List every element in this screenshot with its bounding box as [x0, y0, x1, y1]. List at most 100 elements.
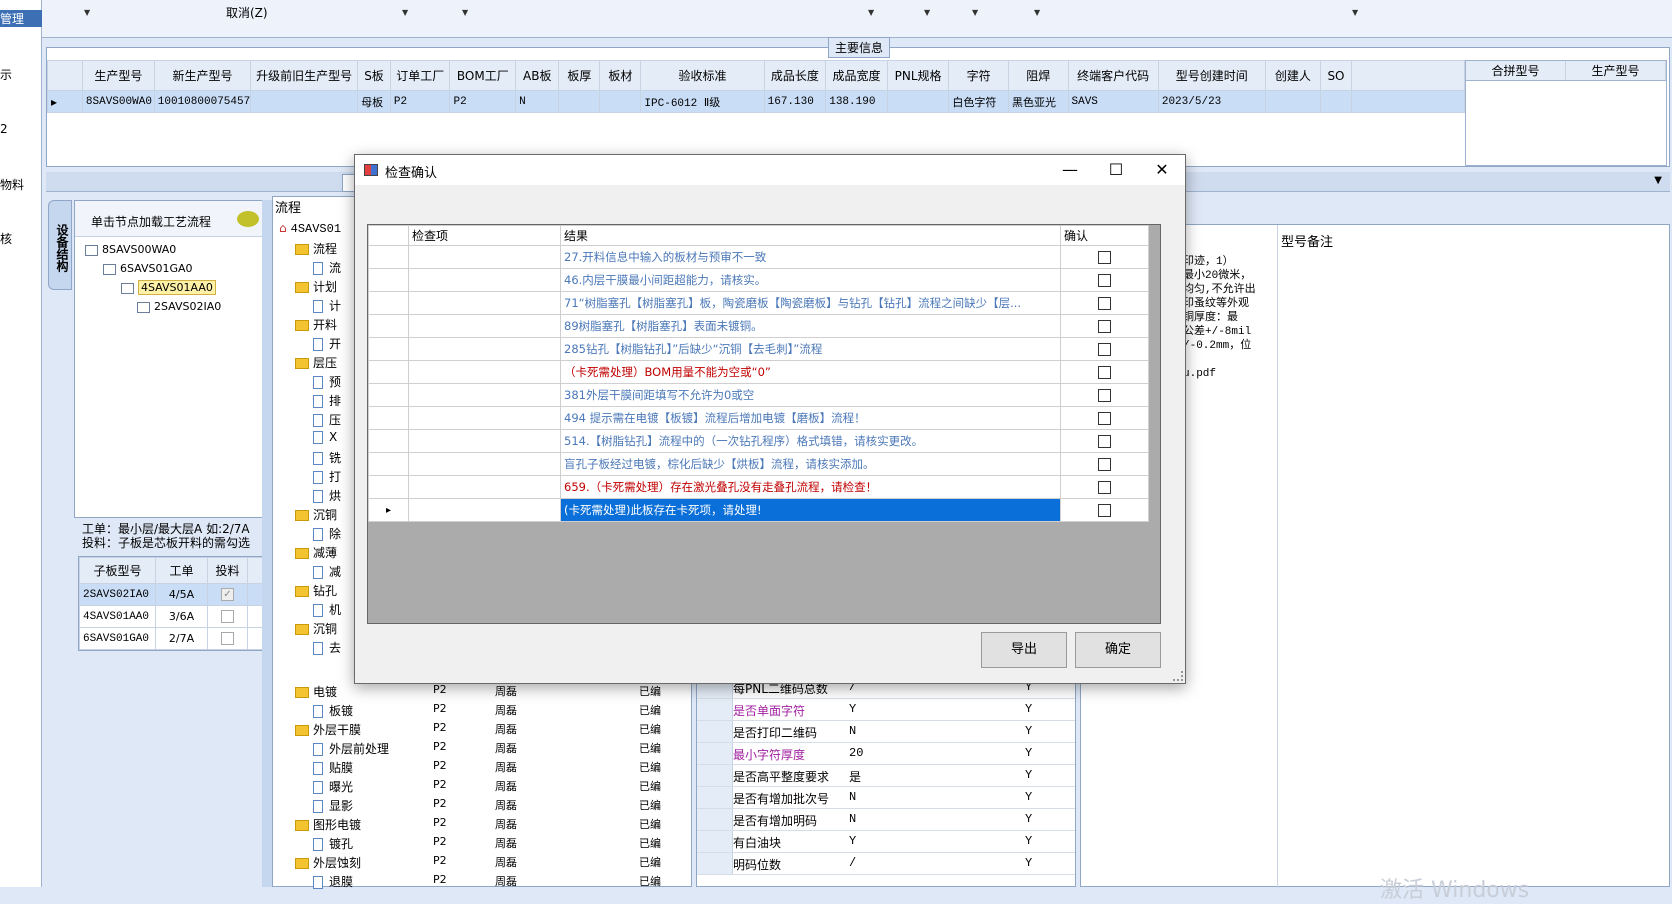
flow-step-node[interactable]: 计	[313, 297, 341, 314]
check-row[interactable]: 381外层干膜间距填写不允许为0或空	[368, 383, 1149, 407]
confirm-checkbox[interactable]	[1098, 435, 1111, 448]
property-row[interactable]: 是否高平整度要求 是 Y	[697, 765, 1075, 787]
flow-step-node[interactable]: 烘	[313, 487, 341, 504]
flow-group-node[interactable]: 计划	[295, 278, 337, 295]
confirm-checkbox[interactable]	[1098, 366, 1111, 379]
column-header[interactable]: 终端客户代码	[1067, 60, 1159, 91]
tree-node[interactable]: 2SAVS02IA0	[137, 300, 221, 313]
export-button[interactable]: 导出	[981, 632, 1067, 668]
check-row[interactable]: 89树脂塞孔【树脂塞孔】表面未镀铜。	[368, 314, 1149, 338]
flow-step-node[interactable]: X	[313, 430, 337, 444]
left-nav-item-show[interactable]: 示	[0, 66, 12, 83]
flow-group-node[interactable]: 开料	[295, 316, 337, 333]
flow-step-node[interactable]: 压	[313, 411, 341, 428]
tree-node[interactable]: 6SAVS01GA0	[103, 262, 193, 275]
tree-node[interactable]: 8SAVS00WA0	[85, 243, 176, 256]
column-header[interactable]: 成品宽度	[825, 60, 888, 91]
flow-group-node[interactable]: 图形电镀	[295, 816, 361, 833]
column-header[interactable]: 新生产型号	[153, 60, 252, 91]
flow-step-node[interactable]: 贴膜	[313, 759, 353, 776]
flow-step-node[interactable]: 显影	[313, 797, 353, 814]
flow-step-node[interactable]: 曝光	[313, 778, 353, 795]
flow-group-node[interactable]: 减薄	[295, 544, 337, 561]
check-row[interactable]: 659.（卡死需处理）存在激光叠孔没有走叠孔流程，请检查！	[368, 475, 1149, 499]
close-icon[interactable]: ✕	[1139, 155, 1185, 185]
check-row[interactable]: 46.内层干膜最小间距超能力，请核实。	[368, 268, 1149, 292]
column-header[interactable]: 创建人	[1264, 60, 1322, 91]
chevron-down-icon[interactable]: ▼	[1034, 8, 1040, 17]
column-header[interactable]: 成品长度	[763, 60, 827, 91]
check-row[interactable]: 27.开料信息中输入的板材与预审不一致	[368, 245, 1149, 269]
speech-bubble-icon[interactable]	[237, 211, 259, 227]
property-row[interactable]: 是否打印二维码 N Y	[697, 721, 1075, 743]
table-row[interactable]: 4SAVS01AA0 3/6A	[79, 605, 266, 628]
left-nav-item-check[interactable]: 核	[0, 230, 12, 247]
confirm-checkbox[interactable]	[1098, 251, 1111, 264]
confirm-checkbox[interactable]	[1098, 504, 1111, 517]
flow-group-node[interactable]: 电镀	[295, 683, 337, 700]
flow-step-node[interactable]: 板镀	[313, 702, 353, 719]
flow-step-node[interactable]: 铣	[313, 449, 341, 466]
check-row[interactable]: 514.【树脂钻孔】流程中的（一次钻孔程序）格式填错，请核实更改。	[368, 429, 1149, 453]
flow-step-node[interactable]: 排	[313, 392, 341, 409]
check-row[interactable]: 494 提示需在电镀【板镀】流程后增加电镀【磨板】流程！	[368, 406, 1149, 430]
flow-group-node[interactable]: 外层干膜	[295, 721, 361, 738]
column-header[interactable]: 字符	[948, 60, 1009, 91]
column-header[interactable]: BOM工厂	[449, 60, 517, 91]
column-header[interactable]: 结果	[560, 225, 1061, 246]
chevron-down-icon[interactable]: ▼	[402, 8, 408, 17]
table-row[interactable]: 6SAVS01GA0 2/7A	[79, 627, 266, 650]
chevron-down-icon[interactable]: ▼	[868, 8, 874, 17]
tree-node-selected[interactable]: 4SAVS01AA0	[121, 280, 216, 295]
column-header[interactable]: 检查项	[408, 225, 561, 246]
flow-group-node[interactable]: 流程	[295, 240, 337, 257]
column-header[interactable]: 订单工厂	[389, 60, 451, 91]
check-row[interactable]: 71“树脂塞孔【树脂塞孔】板，陶瓷磨板【陶瓷磨板】与钻孔【钻孔】流程之间缺少【层…	[368, 291, 1149, 315]
ok-button[interactable]: 确定	[1075, 632, 1161, 668]
flow-group-node[interactable]: 沉铜	[295, 620, 337, 637]
dialog-titlebar[interactable]: 检查确认 — ☐ ✕	[355, 155, 1185, 185]
confirm-checkbox[interactable]	[1098, 481, 1111, 494]
property-row[interactable]: 是否有增加明码 N Y	[697, 809, 1075, 831]
column-header[interactable]: 板厚	[558, 60, 601, 91]
property-row[interactable]: 有白油块 Y Y	[697, 831, 1075, 853]
confirm-checkbox[interactable]	[1098, 458, 1111, 471]
chevron-down-icon[interactable]: ▼	[1654, 175, 1662, 186]
flow-step-node[interactable]: 外层前处理	[313, 740, 389, 757]
table-row[interactable]: 2SAVS02IA0 4/5A ✓	[79, 583, 266, 606]
maximize-icon[interactable]: ☐	[1093, 155, 1139, 185]
column-header[interactable]: AB板	[515, 60, 560, 91]
column-header[interactable]: 验收标准	[640, 60, 765, 91]
property-row[interactable]: 是否单面字符 Y Y	[697, 699, 1075, 721]
flow-group-node[interactable]: 外层蚀刻	[295, 854, 361, 871]
flow-step-node[interactable]: 流	[313, 259, 341, 276]
check-row[interactable]: （卡死需处理）BOM用量不能为空或“0”	[368, 360, 1149, 384]
check-row[interactable]: 盲孔子板经过电镀，棕化后缺少【烘板】流程，请核实添加。	[368, 452, 1149, 476]
property-row[interactable]: 是否有增加批次号 N Y	[697, 787, 1075, 809]
flow-step-node[interactable]: 镀孔	[313, 835, 353, 852]
column-header[interactable]: 投料	[207, 557, 248, 584]
chevron-down-icon[interactable]: ▼	[924, 8, 930, 17]
feeding-checkbox[interactable]: ✓	[221, 588, 234, 602]
flow-step-node[interactable]: 去	[313, 639, 341, 656]
confirm-checkbox[interactable]	[1098, 343, 1111, 356]
column-header[interactable]: 生产型号	[81, 60, 155, 91]
confirm-checkbox[interactable]	[1098, 274, 1111, 287]
flow-step-node[interactable]: 退膜	[313, 873, 353, 890]
chevron-down-icon[interactable]: ▼	[462, 8, 468, 17]
cancel-button[interactable]: 取消(Z)	[226, 4, 268, 21]
flow-group-node[interactable]: 沉铜	[295, 506, 337, 523]
property-row[interactable]: 最小字符厚度 20 Y	[697, 743, 1075, 765]
flow-step-node[interactable]: 打	[313, 468, 341, 485]
flow-group-node[interactable]: 层压	[295, 354, 337, 371]
column-header[interactable]: 确认	[1060, 225, 1149, 246]
chevron-down-icon[interactable]: ▼	[84, 8, 90, 17]
flow-step-node[interactable]: 预	[313, 373, 341, 390]
confirm-checkbox[interactable]	[1098, 389, 1111, 402]
confirm-checkbox[interactable]	[1098, 412, 1111, 425]
tab-device-structure[interactable]: 设备结构	[48, 200, 72, 290]
minimize-icon[interactable]: —	[1047, 155, 1093, 185]
flow-step-node[interactable]: 开	[313, 335, 341, 352]
flow-root-node[interactable]: ⌂ 4SAVS01	[279, 221, 341, 236]
flow-group-node[interactable]: 钻孔	[295, 582, 337, 599]
